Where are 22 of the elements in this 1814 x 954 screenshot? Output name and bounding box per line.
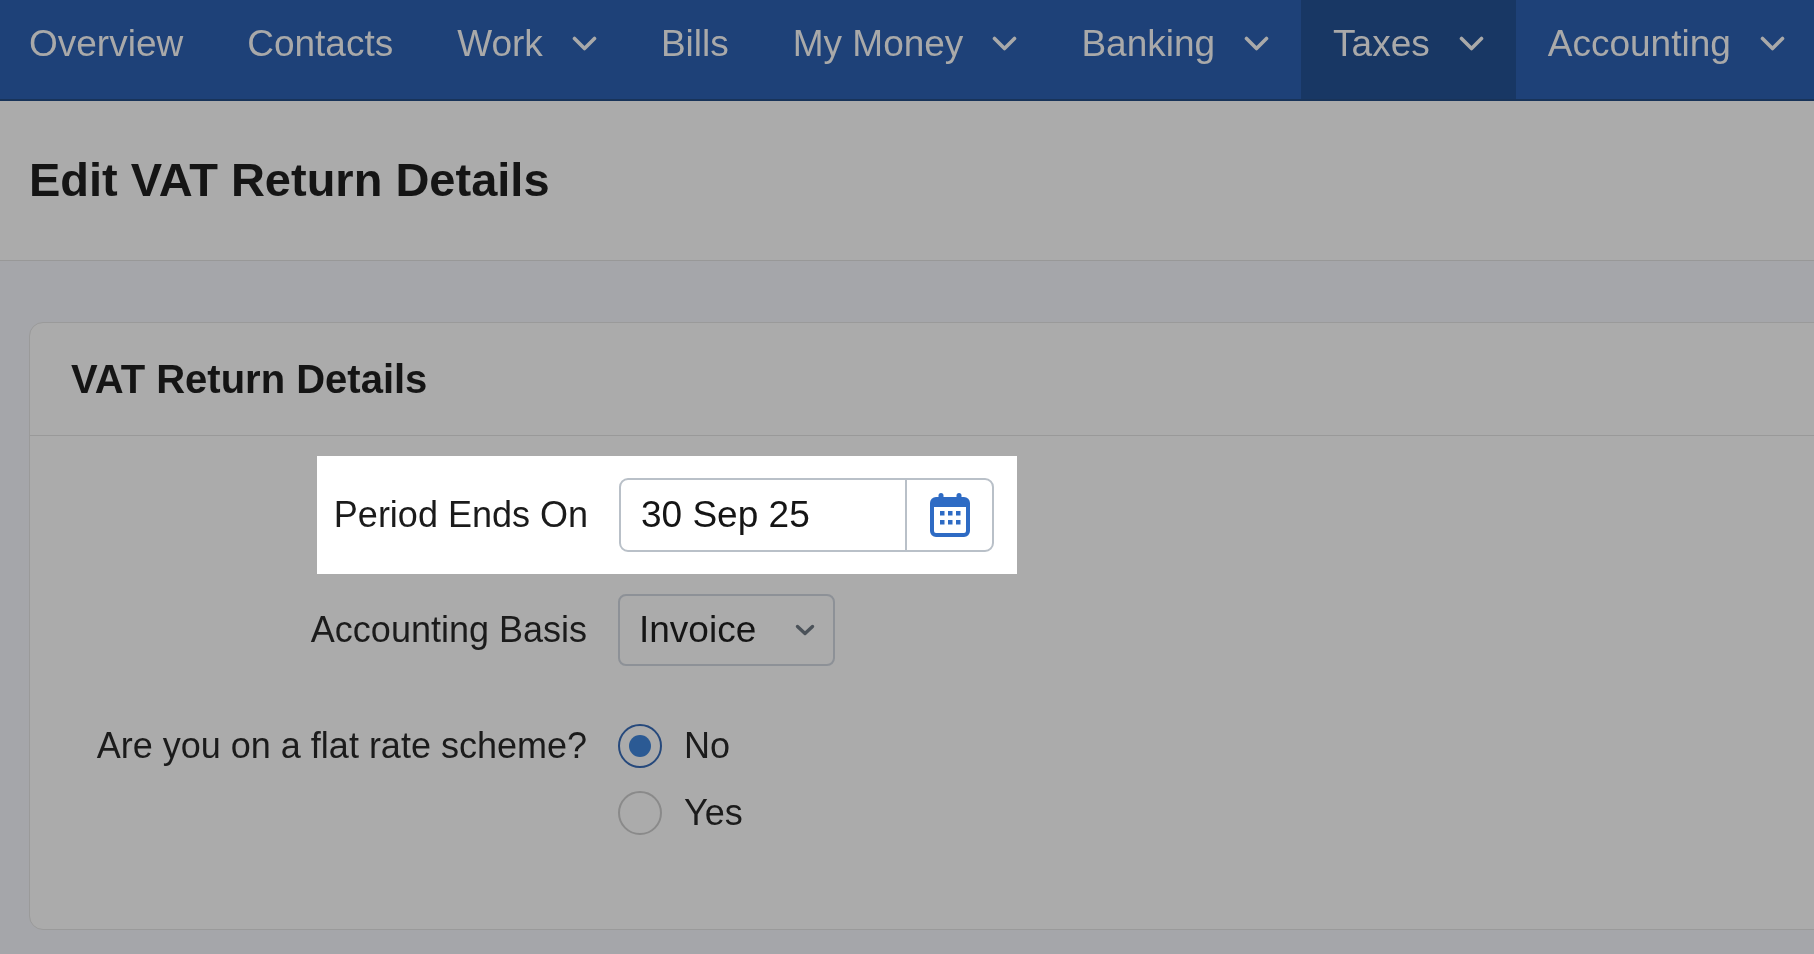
- option-label: No: [684, 724, 731, 768]
- calendar-button[interactable]: [906, 478, 994, 552]
- radio-button[interactable]: [618, 791, 662, 835]
- nav-tab[interactable]: Overview: [0, 0, 216, 99]
- option-label: Yes: [684, 791, 743, 835]
- field-label: Are you on a flat rate scheme?: [95, 724, 587, 768]
- nav-tab[interactable]: Taxes: [1301, 0, 1516, 99]
- field-label: Accounting Basis: [309, 608, 587, 652]
- accounting-basis-select[interactable]: Invoice: [618, 594, 835, 666]
- calendar-icon: [929, 493, 970, 537]
- nav-tab[interactable]: My Money: [760, 0, 1050, 99]
- card-title: VAT Return Details: [71, 356, 428, 402]
- date-input[interactable]: 30 Sep 25: [619, 478, 906, 552]
- chevron-down-icon: [795, 624, 815, 636]
- nav-tab[interactable]: Bills: [628, 0, 761, 99]
- nav-tab[interactable]: Work: [425, 0, 629, 99]
- field-label: Period Ends On: [332, 493, 588, 537]
- nav-tab[interactable]: Banking: [1049, 0, 1302, 99]
- page-title: Edit VAT Return Details: [29, 152, 550, 207]
- nav-tab[interactable]: Accounting: [1515, 0, 1814, 99]
- nav-tab[interactable]: Contacts: [215, 0, 426, 99]
- radio-button[interactable]: [618, 724, 662, 768]
